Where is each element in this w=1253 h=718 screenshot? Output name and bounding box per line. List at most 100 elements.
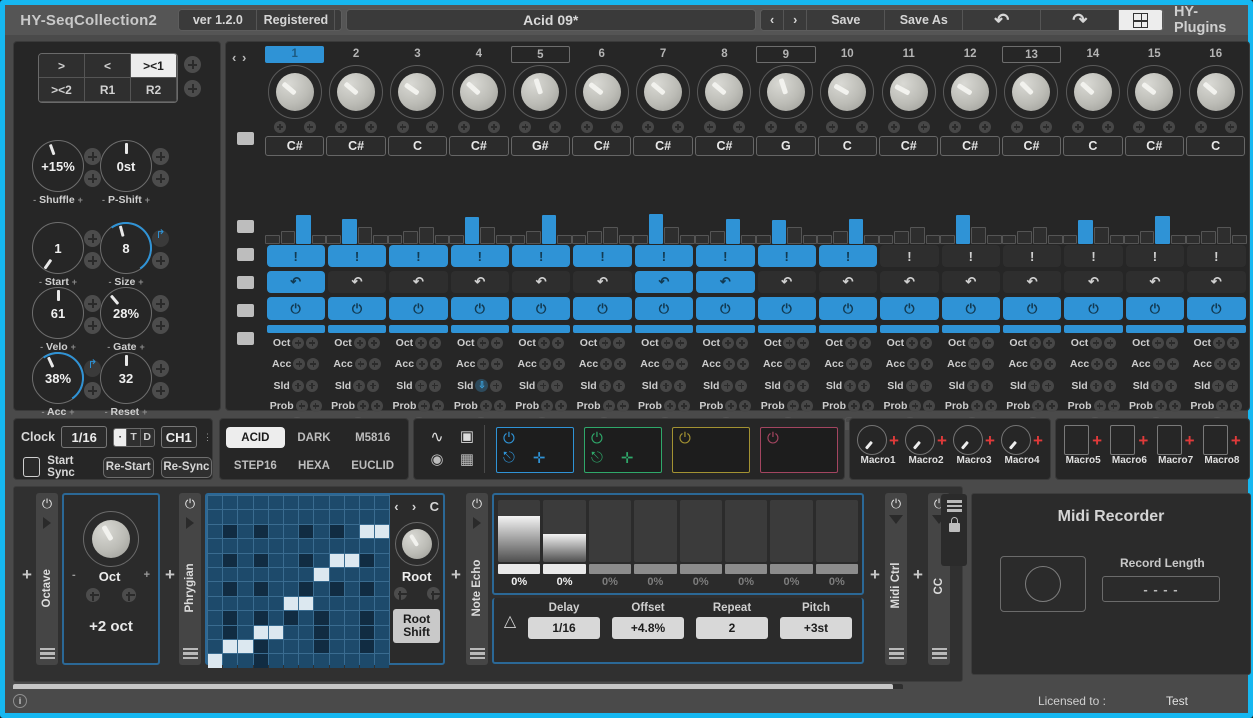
menu-icon[interactable] <box>39 647 55 659</box>
param-prob-14[interactable]: Prob <box>1063 400 1124 412</box>
accent-button-16[interactable]: ! <box>1187 245 1246 267</box>
param-mod-plus-a[interactable] <box>415 337 428 349</box>
power-icon[interactable]: ⏻ <box>761 428 837 447</box>
param-mod-plus-b[interactable] <box>858 337 871 349</box>
knob-mod-plus2-p-shift[interactable] <box>152 170 169 187</box>
param-mod-plus-b[interactable] <box>306 337 319 349</box>
step-pitch-knob-13[interactable] <box>1004 65 1059 119</box>
step-mod-plus-b-13[interactable] <box>1040 121 1053 133</box>
knob-dial[interactable] <box>905 425 936 455</box>
velocity-bar[interactable] <box>940 235 955 244</box>
slide-button-16[interactable]: ↶ <box>1187 271 1246 293</box>
midi-channel-field[interactable]: CH1 <box>160 426 197 448</box>
param-mod-plus-a[interactable] <box>967 337 980 349</box>
echo-handle[interactable] <box>815 564 858 574</box>
knob-dial[interactable] <box>953 425 984 455</box>
gate-cell-16[interactable]: ⏻ <box>1186 297 1247 320</box>
param-mod-plus-a[interactable] <box>786 400 799 412</box>
velocity-bar[interactable] <box>832 231 848 244</box>
scale-cell[interactable] <box>283 539 299 553</box>
param-mod-plus-a[interactable] <box>293 358 306 370</box>
macro-button-macro5[interactable]: + Macro5 <box>1060 425 1106 466</box>
slide-button-6[interactable]: ↶ <box>573 271 632 293</box>
param-mod-plus-a[interactable] <box>722 358 735 370</box>
param-mod-plus-b[interactable] <box>1230 400 1243 412</box>
accent-cell-2[interactable]: ! <box>326 245 387 267</box>
accent-button-13[interactable]: ! <box>1003 245 1062 267</box>
param-mod-plus-a[interactable] <box>353 379 366 392</box>
param-mod-plus-b[interactable] <box>368 358 381 370</box>
scale-cell[interactable] <box>299 567 314 582</box>
step-pitch-knob-1[interactable] <box>267 65 322 119</box>
scale-cell[interactable] <box>299 611 314 625</box>
param-mod-plus-b[interactable] <box>430 358 443 370</box>
param-mod-plus-b[interactable] <box>980 379 993 392</box>
scale-cell[interactable] <box>208 611 223 625</box>
param-mod-plus-a[interactable] <box>970 400 983 412</box>
scale-cell[interactable] <box>268 596 283 611</box>
param-mod-indicator[interactable]: ⇩ <box>475 379 489 392</box>
root-knob[interactable] <box>394 522 439 566</box>
param-oct-6[interactable]: Oct <box>572 337 633 349</box>
gate-length-cell-14[interactable] <box>1063 323 1124 333</box>
param-mod-plus-a[interactable] <box>844 379 857 392</box>
param-mod-plus-b[interactable] <box>920 337 933 349</box>
gate-length-bar[interactable] <box>757 325 816 333</box>
octave-mod-plus-2[interactable] <box>122 588 136 602</box>
gate-button-11[interactable]: ⏻ <box>880 297 939 320</box>
scale-cell[interactable] <box>344 539 359 553</box>
step-mod-plus-b-7[interactable] <box>671 121 684 133</box>
param-sld-2[interactable]: Sld <box>326 379 387 392</box>
step-note-8[interactable]: C# <box>694 136 755 156</box>
param-mod-plus-a[interactable] <box>661 358 674 370</box>
param-sld-11[interactable]: Sld <box>879 379 940 392</box>
insert-module-1[interactable]: + <box>165 565 175 585</box>
gate-row[interactable]: ⏻ ⏻ ⏻ ⏻ ⏻ ⏻ ⏻ ⏻ ⏻ ⏻ ⏻ ⏻ ⏻ ⏻ ⏻ ⏻ <box>265 297 1247 320</box>
preset-prev-button[interactable]: ‹ <box>760 10 785 30</box>
echo-level-3[interactable]: 0% <box>588 500 632 588</box>
accent-button-1[interactable]: ! <box>266 245 325 267</box>
slide-cell-15[interactable]: ↶ <box>1124 271 1185 293</box>
gate-button-16[interactable]: ⏻ <box>1187 297 1246 320</box>
knob-mod-plus2-gate[interactable] <box>152 317 169 334</box>
scale-cell[interactable] <box>268 625 283 639</box>
scale-cell[interactable] <box>238 553 253 567</box>
param-mod-plus-b[interactable] <box>862 400 875 412</box>
param-sld-12[interactable]: Sld <box>940 379 1001 392</box>
scale-cell[interactable] <box>299 625 314 639</box>
step-note-12[interactable]: C# <box>940 136 1000 156</box>
velocity-bar[interactable] <box>480 227 495 244</box>
velocity-bar[interactable] <box>1032 227 1048 244</box>
gate-length-cell-10[interactable] <box>817 323 878 333</box>
scale-cell[interactable] <box>314 539 329 553</box>
step-pitch-knob-10[interactable] <box>820 65 875 119</box>
gate-button-6[interactable]: ⏻ <box>573 297 632 320</box>
step-number-9[interactable]: 9 <box>756 46 816 63</box>
scale-cell[interactable] <box>208 639 223 654</box>
velocity-bar[interactable] <box>373 235 388 244</box>
scale-cell[interactable] <box>375 524 390 539</box>
velocity-cell-6[interactable] <box>571 212 634 244</box>
scale-cell[interactable] <box>329 553 344 567</box>
accent-cell-8[interactable]: ! <box>695 245 756 267</box>
param-sld-1[interactable]: Sld <box>265 379 326 392</box>
global-knob-gate[interactable]: 28% - Gate + <box>92 287 160 353</box>
step-number-2[interactable]: 2 <box>326 46 385 63</box>
param-oct-2[interactable]: Oct <box>326 337 387 349</box>
knob-dial[interactable]: 32 <box>100 352 152 404</box>
scale-cell[interactable] <box>223 524 238 539</box>
power-icon[interactable]: ⏻ <box>497 428 573 447</box>
scale-cell[interactable] <box>223 639 238 654</box>
velocity-cell-4[interactable] <box>449 212 511 244</box>
engine-mode-step16[interactable]: STEP16 <box>226 455 285 476</box>
velocity-bar[interactable] <box>526 231 541 244</box>
param-mod-plus-a[interactable] <box>722 337 735 349</box>
gate-button-8[interactable]: ⏻ <box>696 297 755 320</box>
param-acc-7[interactable]: Acc <box>633 358 694 370</box>
step-note-10[interactable]: C <box>817 136 877 156</box>
gate-length-cell-5[interactable] <box>511 323 572 333</box>
slide-button-2[interactable]: ↶ <box>327 271 387 293</box>
engine-mode-dark[interactable]: DARK <box>285 427 344 448</box>
scale-cell[interactable] <box>344 625 359 639</box>
accent-button-3[interactable]: ! <box>389 245 448 267</box>
